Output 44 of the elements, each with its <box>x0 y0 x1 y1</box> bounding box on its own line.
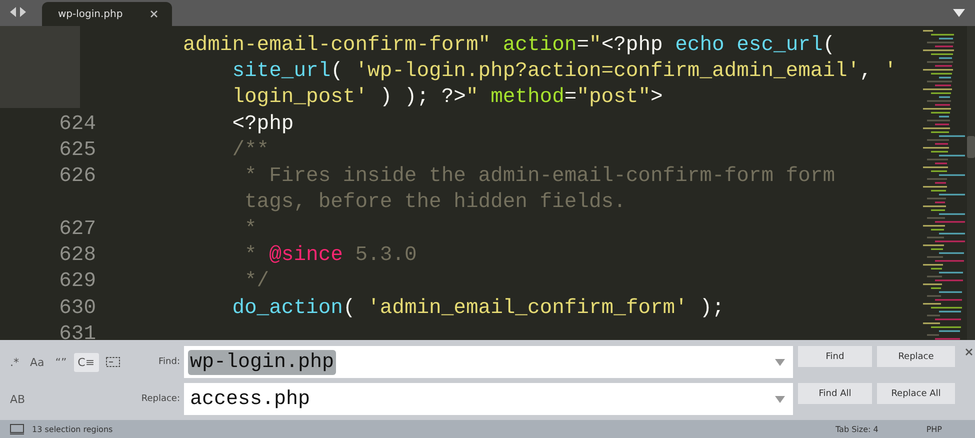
find-field[interactable]: wp-login.php <box>184 346 793 378</box>
line-number: 624 <box>58 112 96 136</box>
line-number: 625 <box>58 138 96 162</box>
code-line: */ <box>244 270 270 294</box>
code-line: * Fires inside the admin-email-confirm-form form <box>244 165 836 188</box>
find-all-button[interactable]: Find All <box>798 383 872 404</box>
replace-field[interactable]: access.php <box>184 383 793 415</box>
status-message: 13 selection regions <box>32 424 113 434</box>
case-toggle[interactable]: Aa <box>26 352 48 372</box>
tab-size[interactable]: Tab Size: 4 <box>835 424 878 434</box>
line-number: 628 <box>58 244 96 268</box>
code-line: site_url( 'wp-login.php?action=confirm_admin_email', ' <box>231 60 897 83</box>
line-number: 627 <box>58 218 96 241</box>
code-line: * @since 5.3.0 <box>244 244 417 268</box>
code-line: do_action( 'admin_email_confirm_form' ); <box>231 296 724 320</box>
line-number: 629 <box>58 270 96 294</box>
code-line: /** <box>231 138 270 162</box>
syntax-label[interactable]: PHP <box>926 424 942 434</box>
word-toggle[interactable]: “” <box>51 352 71 372</box>
code-line: tags, before the hidden fields. <box>244 191 626 214</box>
regex-toggle[interactable]: .* <box>6 352 23 372</box>
scrollbar-thumb[interactable] <box>967 136 975 158</box>
tab-nav-arrows-icon[interactable] <box>10 7 26 17</box>
wrap-toggle[interactable]: C≡ <box>74 352 99 372</box>
dropdown-arrow-icon[interactable] <box>775 396 785 402</box>
file-tab[interactable]: wp-login.php <box>42 2 172 26</box>
find-button[interactable]: Find <box>798 346 872 367</box>
close-icon[interactable] <box>965 348 973 356</box>
replace-label: Replace: <box>140 394 180 404</box>
find-label: Find: <box>158 357 180 367</box>
line-number: 631 <box>58 322 96 340</box>
line-number: 630 <box>58 296 96 320</box>
dropdown-arrow-icon[interactable] <box>953 9 965 17</box>
replace-all-button[interactable]: Replace All <box>877 383 955 404</box>
code-line: * <box>244 218 257 241</box>
code-line: admin-email-confirm-form" action="<?php echo esc_url( <box>183 34 836 57</box>
close-icon[interactable] <box>150 10 158 18</box>
code-line: <?php <box>231 112 294 136</box>
line-number: 626 <box>58 165 96 188</box>
monitor-icon[interactable] <box>10 424 24 434</box>
dropdown-arrow-icon[interactable] <box>775 358 785 366</box>
replace-button[interactable]: Replace <box>877 346 955 367</box>
code-line: login_post' ) ); ?>" method="post"> <box>231 86 663 110</box>
preserve-case-toggle[interactable]: AB <box>6 390 30 408</box>
